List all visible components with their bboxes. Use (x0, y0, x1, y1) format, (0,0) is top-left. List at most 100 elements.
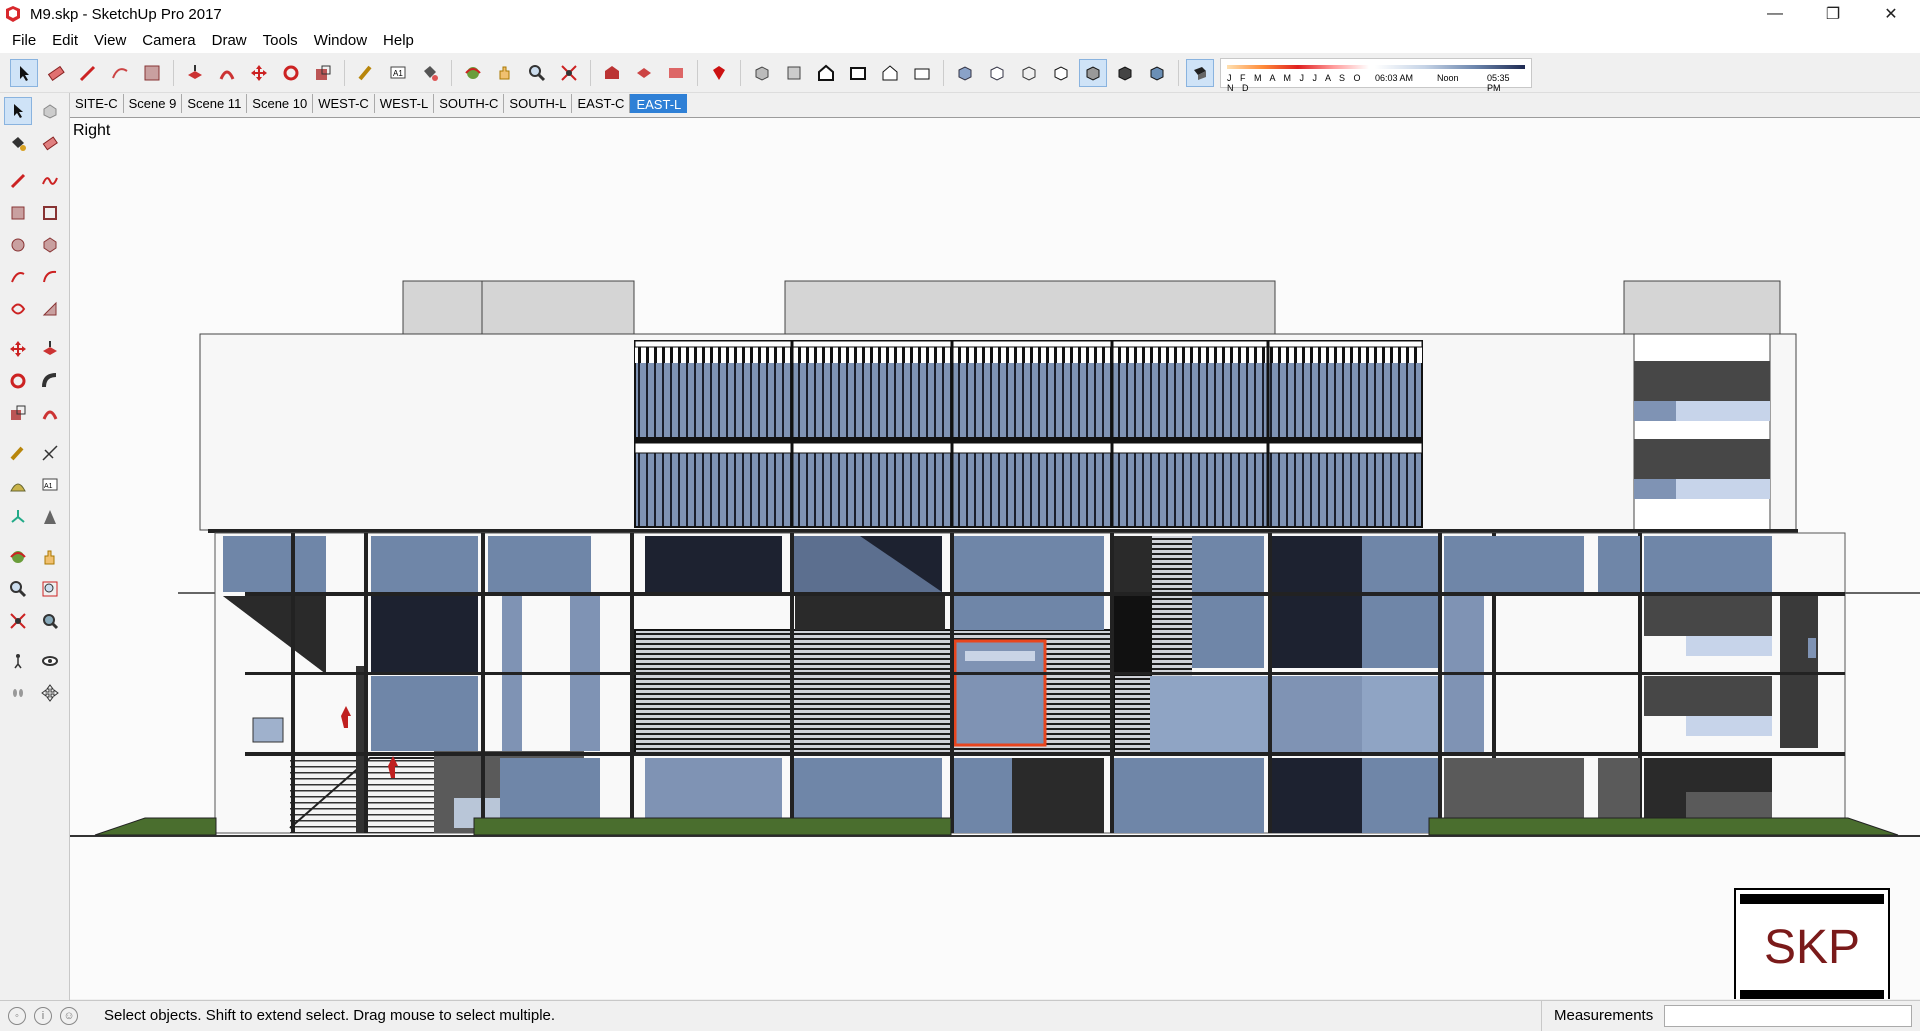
paint-bucket-tool-icon[interactable] (416, 59, 444, 87)
two-point-arc-tool-icon[interactable] (36, 263, 64, 291)
offset-tool-icon[interactable] (36, 399, 64, 427)
scale-tool-icon[interactable] (309, 59, 337, 87)
monochrome-style-icon[interactable] (1143, 59, 1171, 87)
previous-view-icon[interactable] (36, 607, 64, 635)
extension-warehouse-icon[interactable] (662, 59, 690, 87)
tape-measure-tool-icon[interactable] (4, 439, 32, 467)
back-view-icon[interactable] (876, 59, 904, 87)
menu-window[interactable]: Window (306, 32, 375, 49)
section-plane-tool-icon[interactable] (36, 679, 64, 707)
shadow-time-slider[interactable]: 06:03 AM Noon 05:35 PM (1375, 60, 1525, 93)
arc-tool-icon[interactable] (106, 59, 134, 87)
select-tool-icon[interactable] (10, 58, 38, 87)
position-camera-tool-icon[interactable] (4, 647, 32, 675)
tab-scene-11[interactable]: Scene 11 (182, 94, 248, 113)
orbit-tool-icon[interactable] (459, 59, 487, 87)
tab-west-c[interactable]: WEST-C (313, 94, 375, 113)
rectangle-tool-icon[interactable] (138, 59, 166, 87)
arc-tool-icon[interactable] (4, 263, 32, 291)
shaded-textures-style-icon[interactable] (1111, 59, 1139, 87)
front-view-icon[interactable] (812, 59, 840, 87)
move-tool-icon[interactable] (245, 59, 273, 87)
tab-south-c[interactable]: SOUTH-C (434, 94, 505, 113)
zoom-extents-tool-icon[interactable] (4, 607, 32, 635)
iso-view-icon[interactable] (748, 59, 776, 87)
tape-measure-tool-icon[interactable] (352, 59, 380, 87)
right-view-icon[interactable] (844, 59, 872, 87)
ruby-console-icon[interactable] (705, 59, 733, 87)
credits-icon[interactable]: i (34, 1006, 52, 1025)
menu-view[interactable]: View (86, 32, 134, 49)
make-component-icon[interactable] (36, 97, 64, 125)
tab-east-l[interactable]: EAST-L (630, 94, 688, 113)
user-account-icon[interactable]: ☺ (60, 1006, 78, 1025)
minimize-button[interactable]: — (1746, 0, 1804, 28)
walk-tool-icon[interactable] (4, 679, 32, 707)
eraser-tool-icon[interactable] (36, 129, 64, 157)
offset-tool-icon[interactable] (213, 59, 241, 87)
axes-tool-icon[interactable] (4, 503, 32, 531)
freehand-tool-icon[interactable] (36, 167, 64, 195)
line-tool-icon[interactable] (4, 167, 32, 195)
back-edges-style-icon[interactable] (983, 59, 1011, 87)
shadows-toggle-icon[interactable] (1186, 58, 1214, 87)
close-button[interactable]: ✕ (1862, 0, 1920, 28)
left-view-icon[interactable] (908, 59, 936, 87)
measurements-input[interactable] (1664, 1005, 1912, 1027)
paint-bucket-tool-icon[interactable] (4, 129, 32, 157)
geo-location-icon[interactable]: ◦ (8, 1006, 26, 1025)
tab-west-l[interactable]: WEST-L (375, 94, 435, 113)
pan-tool-icon[interactable] (491, 59, 519, 87)
hidden-line-style-icon[interactable] (1047, 59, 1075, 87)
wireframe-style-icon[interactable] (1015, 59, 1043, 87)
orbit-tool-icon[interactable] (4, 543, 32, 571)
eraser-tool-icon[interactable] (42, 59, 70, 87)
zoom-tool-icon[interactable] (4, 575, 32, 603)
look-around-tool-icon[interactable] (36, 647, 64, 675)
push-pull-tool-icon[interactable] (36, 335, 64, 363)
polygon-tool-icon[interactable] (36, 231, 64, 259)
model-viewport[interactable]: Right SKP (70, 117, 1920, 999)
warehouse-icon[interactable] (598, 59, 626, 87)
three-point-arc-tool-icon[interactable] (4, 295, 32, 323)
tab-south-l[interactable]: SOUTH-L (504, 94, 573, 113)
restore-button[interactable]: ❐ (1804, 0, 1862, 28)
scale-tool-icon[interactable] (4, 399, 32, 427)
pan-tool-icon[interactable] (36, 543, 64, 571)
menu-file[interactable]: File (4, 32, 44, 49)
menu-camera[interactable]: Camera (134, 32, 203, 49)
menu-tools[interactable]: Tools (255, 32, 306, 49)
tab-east-c[interactable]: EAST-C (572, 94, 631, 113)
zoom-tool-icon[interactable] (523, 59, 551, 87)
3d-text-tool-icon[interactable] (36, 503, 64, 531)
select-tool-icon[interactable] (4, 97, 32, 125)
menu-help[interactable]: Help (375, 32, 422, 49)
zoom-window-tool-icon[interactable] (36, 575, 64, 603)
rotated-rectangle-tool-icon[interactable] (36, 199, 64, 227)
text-tool-icon[interactable]: A1 (384, 59, 412, 87)
follow-me-tool-icon[interactable] (36, 367, 64, 395)
rotate-tool-icon[interactable] (4, 367, 32, 395)
protractor-tool-icon[interactable] (4, 471, 32, 499)
shaded-style-icon[interactable] (1079, 58, 1107, 87)
rectangle-tool-icon[interactable] (4, 199, 32, 227)
menu-edit[interactable]: Edit (44, 32, 86, 49)
zoom-extents-tool-icon[interactable] (555, 59, 583, 87)
text-tool-icon[interactable]: A1 (36, 471, 64, 499)
tab-scene-10[interactable]: Scene 10 (247, 94, 314, 113)
roof-block (402, 280, 635, 335)
push-pull-tool-icon[interactable] (181, 59, 209, 87)
circle-tool-icon[interactable] (4, 231, 32, 259)
menu-draw[interactable]: Draw (204, 32, 255, 49)
move-tool-icon[interactable] (4, 335, 32, 363)
tab-scene-9[interactable]: Scene 9 (124, 94, 183, 113)
dimension-tool-icon[interactable] (36, 439, 64, 467)
tab-site-c[interactable]: SITE-C (70, 94, 124, 113)
xray-style-icon[interactable] (951, 59, 979, 87)
shadow-month-slider[interactable]: J F M A M J J A S O N D (1227, 60, 1369, 93)
pie-tool-icon[interactable] (36, 295, 64, 323)
rotate-tool-icon[interactable] (277, 59, 305, 87)
top-view-icon[interactable] (780, 59, 808, 87)
line-tool-icon[interactable] (74, 59, 102, 87)
share-model-icon[interactable] (630, 59, 658, 87)
